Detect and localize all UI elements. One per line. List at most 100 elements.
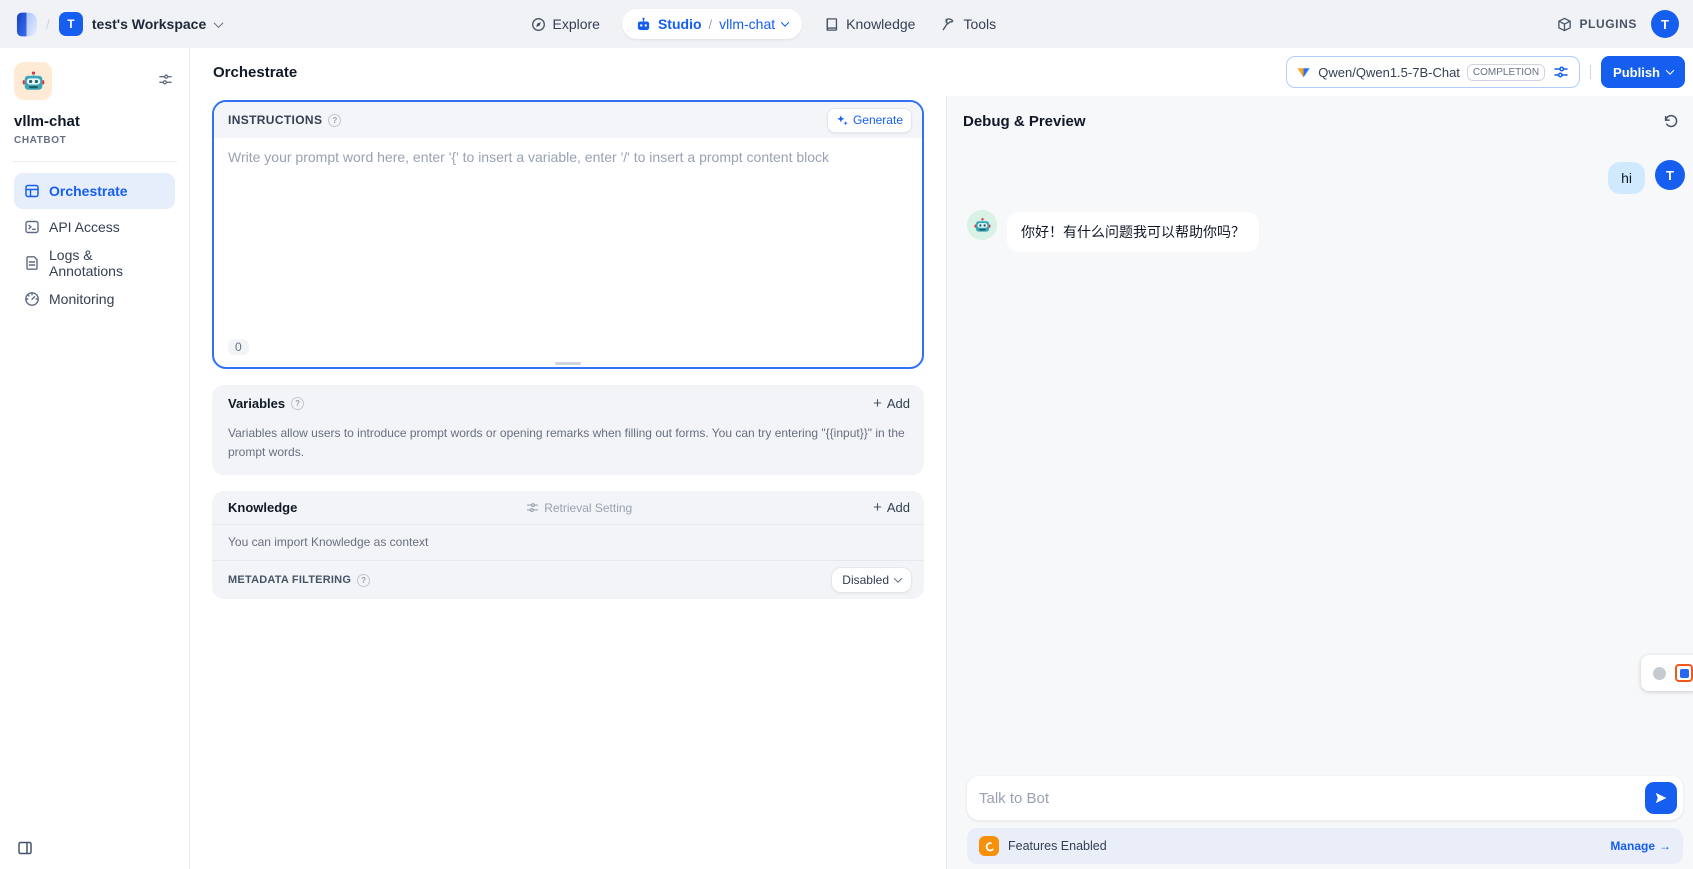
variables-title: Variables xyxy=(228,396,285,411)
explore-icon xyxy=(531,17,546,32)
main-nav: Explore Studio / vllm-chat Knowledge xyxy=(527,9,1001,39)
plugins-button[interactable]: PLUGINS xyxy=(1557,17,1637,32)
gauge-icon xyxy=(24,291,40,307)
document-icon xyxy=(24,255,40,271)
features-icon xyxy=(979,836,999,856)
page-title: Orchestrate xyxy=(213,64,297,81)
package-icon xyxy=(1557,17,1572,32)
help-icon[interactable]: ? xyxy=(328,114,341,127)
add-knowledge-label: Add xyxy=(887,500,910,515)
instructions-header: INSTRUCTIONS ? Generate xyxy=(214,102,922,138)
model-config-sliders-icon[interactable] xyxy=(1552,64,1570,80)
help-icon[interactable]: ? xyxy=(357,574,370,587)
model-name: Qwen/Qwen1.5-7B-Chat xyxy=(1318,65,1460,80)
knowledge-description: You can import Knowledge as context xyxy=(212,525,924,560)
workspace-name[interactable]: test's Workspace xyxy=(92,16,206,32)
instructions-title: INSTRUCTIONS xyxy=(228,113,322,127)
user-avatar: T xyxy=(1655,160,1685,190)
retrieval-setting-button[interactable]: Retrieval Setting xyxy=(526,501,632,515)
help-icon[interactable]: ? xyxy=(291,397,304,410)
nav-right-group: PLUGINS T xyxy=(1557,10,1679,38)
nav-knowledge[interactable]: Knowledge xyxy=(820,10,919,38)
add-variable-button[interactable]: + Add xyxy=(873,396,910,411)
robot-emoji-icon xyxy=(974,217,991,234)
account-avatar[interactable]: T xyxy=(1651,10,1679,38)
sidebar-item-monitoring[interactable]: Monitoring xyxy=(14,281,175,317)
chevron-down-icon xyxy=(781,18,789,26)
nav-studio-app-name: vllm-chat xyxy=(719,16,775,32)
knowledge-panel: Knowledge Retrieval Setting + xyxy=(212,491,924,599)
nav-explore-label: Explore xyxy=(553,16,600,32)
terminal-icon xyxy=(24,219,40,235)
robot-emoji-icon xyxy=(22,70,45,93)
restart-conversation-icon[interactable] xyxy=(1663,113,1679,129)
header-actions: Qwen/Qwen1.5-7B-Chat COMPLETION Publish xyxy=(1286,56,1685,88)
nav-separator: / xyxy=(46,16,50,32)
publish-button[interactable]: Publish xyxy=(1601,56,1685,88)
app-icon xyxy=(14,62,52,100)
model-mode-badge: COMPLETION xyxy=(1467,64,1545,81)
variables-header: Variables ? + Add xyxy=(212,385,924,411)
generate-button[interactable]: Generate xyxy=(827,108,912,133)
app-type-badge: CHATBOT xyxy=(14,135,175,146)
nav-explore[interactable]: Explore xyxy=(527,10,604,38)
user-message-bubble: hi xyxy=(1608,162,1645,194)
workspace-avatar[interactable]: T xyxy=(59,12,83,36)
add-variable-label: Add xyxy=(887,396,910,411)
sidebar-item-label: Monitoring xyxy=(49,291,114,307)
sidebar-item-label: API Access xyxy=(49,219,120,235)
sidebar-item-orchestrate[interactable]: Orchestrate xyxy=(14,173,175,209)
sidebar-item-label: Orchestrate xyxy=(49,183,128,199)
nav-studio-active[interactable]: Studio / vllm-chat xyxy=(622,9,802,39)
knowledge-title: Knowledge xyxy=(228,500,297,515)
metadata-filtering-value: Disabled xyxy=(842,573,889,587)
sliders-icon xyxy=(526,501,539,514)
workspace-switcher[interactable]: / T test's Workspace xyxy=(16,12,222,37)
knowledge-header: Knowledge Retrieval Setting + xyxy=(212,491,924,524)
bot-avatar xyxy=(967,210,997,240)
debug-header: Debug & Preview xyxy=(947,96,1693,146)
chat-input[interactable] xyxy=(979,790,1645,807)
chevron-down-icon xyxy=(214,18,224,28)
resize-handle[interactable] xyxy=(555,362,581,365)
extension-dot-icon xyxy=(1653,667,1666,680)
orchestrate-config-column: INSTRUCTIONS ? Generate xyxy=(190,96,946,869)
send-icon xyxy=(1654,791,1668,805)
bot-message-bubble: 你好！有什么问题我可以帮助你吗？ xyxy=(1007,212,1259,252)
studio-breadcrumb-separator: / xyxy=(709,17,713,32)
app-name: vllm-chat xyxy=(14,113,175,130)
header-divider xyxy=(1590,65,1591,79)
retrieval-setting-label: Retrieval Setting xyxy=(544,501,632,515)
chat-message-bot: 你好！有什么问题我可以帮助你吗？ xyxy=(967,210,1685,252)
plus-icon: + xyxy=(873,396,882,411)
collapse-sidebar-icon[interactable] xyxy=(17,840,33,856)
manage-features-link[interactable]: Manage → xyxy=(1610,839,1671,853)
extension-icon[interactable] xyxy=(1675,664,1693,682)
publish-label: Publish xyxy=(1613,65,1660,80)
nav-tools[interactable]: Tools xyxy=(937,10,1000,38)
arrow-right-icon: → xyxy=(1659,839,1671,853)
model-selector[interactable]: Qwen/Qwen1.5-7B-Chat COMPLETION xyxy=(1286,56,1580,88)
sidebar-item-api-access[interactable]: API Access xyxy=(14,209,175,245)
top-navbar: / T test's Workspace Explore Studio / xyxy=(0,0,1693,48)
variables-panel: Variables ? + Add Variables allow users … xyxy=(212,385,924,475)
debug-preview-panel: Debug & Preview hi T xyxy=(946,96,1693,869)
send-button[interactable] xyxy=(1645,782,1677,814)
features-label: Features Enabled xyxy=(1008,839,1107,853)
sparkle-icon xyxy=(836,114,849,127)
chat-input-bar xyxy=(967,776,1683,820)
orchestrate-icon xyxy=(24,183,40,199)
chat-footer: Features Enabled Manage → xyxy=(947,776,1693,869)
sidebar-divider xyxy=(12,161,177,162)
chevron-down-icon xyxy=(1666,66,1674,74)
nav-studio-label: Studio xyxy=(658,16,702,32)
features-bar: Features Enabled Manage → xyxy=(967,828,1683,864)
app-settings-icon[interactable] xyxy=(158,72,173,87)
chat-area: hi T xyxy=(947,146,1693,776)
floating-extension-widget[interactable] xyxy=(1641,655,1693,691)
add-knowledge-button[interactable]: + Add xyxy=(873,500,910,515)
prompt-editor[interactable] xyxy=(228,149,908,335)
vllm-logo-icon xyxy=(1296,65,1311,80)
metadata-filtering-select[interactable]: Disabled xyxy=(831,567,912,593)
sidebar-item-logs-annotations[interactable]: Logs & Annotations xyxy=(14,245,175,281)
